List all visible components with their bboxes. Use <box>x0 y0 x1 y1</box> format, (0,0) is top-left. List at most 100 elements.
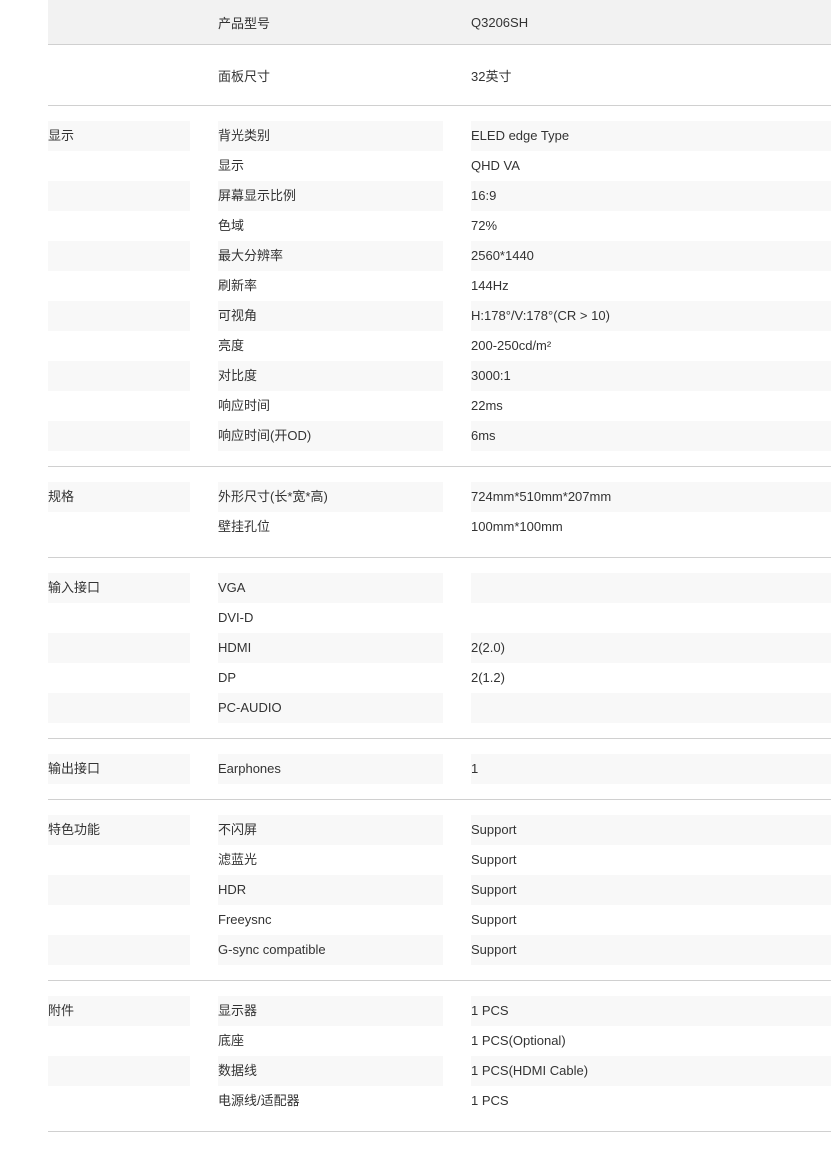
spec-row: 可视角 H:178°/V:178°(CR > 10) <box>48 301 831 331</box>
spec-label: 壁挂孔位 <box>218 519 271 534</box>
spec-row: Freeysnc Support <box>48 905 831 935</box>
spec-row: 壁挂孔位 100mm*100mm <box>48 512 831 542</box>
spec-row: G-sync compatible Support <box>48 935 831 965</box>
spec-value: Support <box>471 815 831 845</box>
spec-label: 响应时间(开OD) <box>218 421 443 451</box>
spec-section: 附件 显示器 1 PCS 底座 1 PCS(Optional) 数据线 1 PCS(HDMI… <box>48 981 831 1132</box>
spec-row: 特色功能 不闪屏 Support <box>48 815 831 845</box>
spec-value: 1 <box>471 754 831 784</box>
spec-section: 输出接口 Earphones 1 <box>48 739 831 800</box>
spec-label: 不闪屏 <box>218 815 443 845</box>
spec-section: 输入接口 VGA DVI-D HDMI 2(2.0) DP 2(1.2) PC-AUDIO <box>48 558 831 739</box>
spec-value: 2(1.2) <box>471 670 505 685</box>
spec-value: 1 PCS(Optional) <box>471 1033 566 1048</box>
spec-value: 724mm*510mm*207mm <box>471 482 831 512</box>
spec-empty-cell <box>48 693 190 723</box>
spec-row: 对比度 3000:1 <box>48 361 831 391</box>
spec-value: 22ms <box>471 398 503 413</box>
spec-value <box>471 573 831 603</box>
spec-label: Freeysnc <box>218 912 272 927</box>
spec-value <box>471 693 831 723</box>
section-title: 显示 <box>48 121 190 151</box>
spec-value: 100mm*100mm <box>471 519 563 534</box>
spec-value: Support <box>471 875 831 905</box>
spec-value: 72% <box>471 218 498 233</box>
spec-row: 滤蓝光 Support <box>48 845 831 875</box>
spec-label: DVI-D <box>218 610 254 625</box>
spec-value: 1 PCS(HDMI Cable) <box>471 1056 831 1086</box>
spec-row: 显示 QHD VA <box>48 151 831 181</box>
spec-value: ELED edge Type <box>471 121 831 151</box>
spec-row: 最大分辨率 2560*1440 <box>48 241 831 271</box>
spec-sections: 显示 背光类别 ELED edge Type 显示 QHD VA 屏幕显示比例 16:9 色域… <box>48 106 831 1132</box>
spec-value: 16:9 <box>471 181 831 211</box>
spec-value: 2560*1440 <box>471 241 831 271</box>
spec-value: Support <box>471 935 831 965</box>
spec-empty-cell <box>48 151 190 181</box>
spec-value: H:178°/V:178°(CR > 10) <box>471 301 831 331</box>
spec-row: 显示 背光类别 ELED edge Type <box>48 121 831 151</box>
spec-row: 规格 外形尺寸(长*宽*高) 724mm*510mm*207mm <box>48 482 831 512</box>
spec-empty-cell <box>48 391 190 421</box>
spec-value: 1 PCS <box>471 1093 509 1108</box>
section-title: 输入接口 <box>48 573 190 603</box>
spec-label: 电源线/适配器 <box>218 1093 300 1108</box>
spec-value: Q3206SH <box>471 14 529 30</box>
spec-empty-cell <box>48 301 190 331</box>
spec-row: 刷新率 144Hz <box>48 271 831 301</box>
section-title: 规格 <box>48 482 190 512</box>
spec-empty-cell <box>48 935 190 965</box>
spec-label: PC-AUDIO <box>218 693 443 723</box>
spec-empty-cell <box>48 241 190 271</box>
spec-empty-cell <box>48 905 190 935</box>
spec-empty-cell <box>48 845 190 875</box>
spec-row: 屏幕显示比例 16:9 <box>48 181 831 211</box>
spec-row: 输出接口 Earphones 1 <box>48 754 831 784</box>
spec-value: 6ms <box>471 421 831 451</box>
spec-label: VGA <box>218 573 443 603</box>
spec-label: 滤蓝光 <box>218 852 258 867</box>
section-title: 输出接口 <box>48 754 190 784</box>
spec-label: G-sync compatible <box>218 935 443 965</box>
spec-section: 显示 背光类别 ELED edge Type 显示 QHD VA 屏幕显示比例 16:9 色域… <box>48 106 831 467</box>
spec-value: 1 PCS <box>471 996 831 1026</box>
spec-row: 亮度 200-250cd/m² <box>48 331 831 361</box>
spec-label: DP <box>218 670 237 685</box>
spec-empty-cell <box>48 1056 190 1086</box>
spec-empty-cell <box>48 421 190 451</box>
spec-row: 底座 1 PCS(Optional) <box>48 1026 831 1056</box>
spec-label: 响应时间 <box>218 398 271 413</box>
spec-value: 3000:1 <box>471 361 831 391</box>
spec-empty-cell <box>48 603 190 633</box>
spec-empty-cell <box>48 1086 190 1116</box>
spec-label: 显示 <box>218 158 245 173</box>
spec-label: Earphones <box>218 754 443 784</box>
spec-row: PC-AUDIO <box>48 693 831 723</box>
spec-value: 200-250cd/m² <box>471 338 552 353</box>
spec-row: HDMI 2(2.0) <box>48 633 831 663</box>
spec-label: 刷新率 <box>218 278 258 293</box>
spec-empty-cell <box>48 633 190 663</box>
spec-label: 外形尺寸(长*宽*高) <box>218 482 443 512</box>
spec-row: HDR Support <box>48 875 831 905</box>
spec-row-model: 产品型号 Q3206SH <box>48 0 831 45</box>
section-title: 附件 <box>48 996 190 1026</box>
spec-empty-cell <box>48 361 190 391</box>
spec-label: HDMI <box>218 633 443 663</box>
spec-empty-cell <box>48 875 190 905</box>
spec-table: 产品型号 Q3206SH 面板尺寸 32英寸 显示 背光类别 ELED edge T… <box>48 0 831 1132</box>
spec-label: 数据线 <box>218 1056 443 1086</box>
spec-empty-cell <box>48 331 190 361</box>
spec-value: QHD VA <box>471 158 520 173</box>
spec-empty-cell <box>48 1026 190 1056</box>
spec-label: 显示器 <box>218 996 443 1026</box>
spec-label: 对比度 <box>218 361 443 391</box>
spec-label: 产品型号 <box>218 15 271 31</box>
spec-empty-cell <box>48 271 190 301</box>
spec-row: DVI-D <box>48 603 831 633</box>
spec-label: 亮度 <box>218 338 245 353</box>
spec-row: 色域 72% <box>48 211 831 241</box>
spec-row: DP 2(1.2) <box>48 663 831 693</box>
spec-value: Support <box>471 852 517 867</box>
spec-row: 附件 显示器 1 PCS <box>48 996 831 1026</box>
